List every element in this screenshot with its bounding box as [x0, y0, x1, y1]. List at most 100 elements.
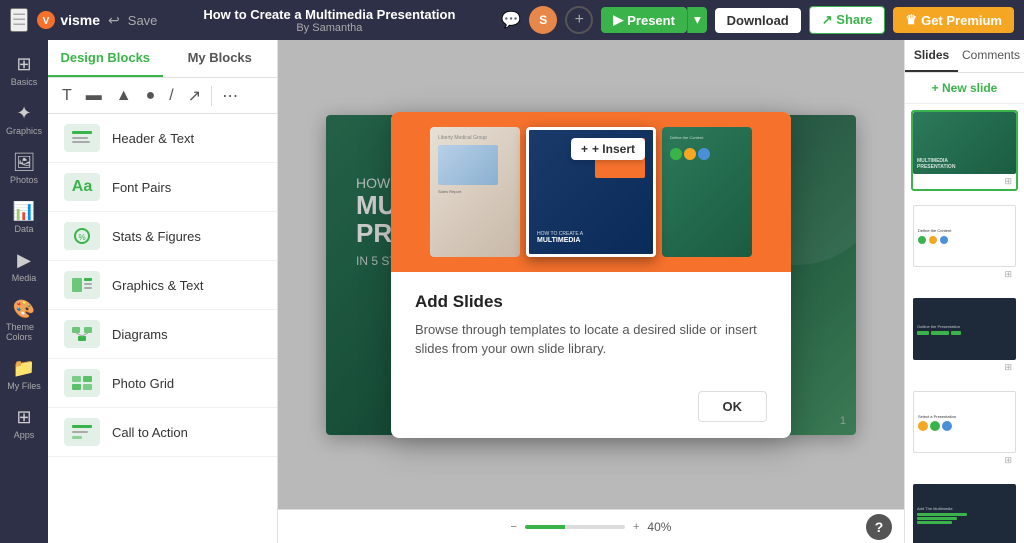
sidebar-item-apps[interactable]: ⊞ Apps	[2, 401, 46, 446]
visme-logo-icon: V	[36, 10, 56, 30]
share-button[interactable]: ↗ Share	[809, 6, 886, 34]
slide-thumb-5[interactable]: 5 Add The Multimedia ⊞	[911, 482, 1018, 543]
block-item-graphics-text[interactable]: Graphics & Text	[48, 261, 277, 310]
graphics-icon: ✦	[16, 103, 31, 124]
thumb-3-add-icon[interactable]: ⊞	[1004, 362, 1012, 373]
tab-slides[interactable]: Slides	[905, 40, 958, 72]
photo-grid-icon	[64, 369, 100, 397]
apps-icon: ⊞	[16, 407, 31, 428]
sidebar-item-photos[interactable]: 🖼 Photos	[2, 146, 46, 191]
thumb-5-lines	[917, 513, 1012, 524]
canvas-area: HOW TO CREATE A MULTIMEDIA PRESENTATION …	[278, 40, 904, 543]
arrow-tool-icon[interactable]: ↗	[184, 82, 205, 110]
new-slide-button[interactable]: + New slide	[905, 73, 1024, 104]
present-button[interactable]: ▶ Present	[601, 7, 687, 33]
slide-thumb-num-5: 5	[904, 517, 905, 529]
design-panel: Design Blocks My Blocks T ▬ ▲ ● / ↗ ⋯ He…	[48, 40, 278, 543]
text-tool-icon[interactable]: T	[58, 83, 76, 109]
download-button[interactable]: Download	[715, 8, 801, 33]
block-label-header-text: Header & Text	[112, 131, 194, 146]
zoom-slider[interactable]	[525, 525, 625, 529]
rect-tool-icon[interactable]: ▬	[82, 83, 106, 109]
font-pairs-icon: Aa	[64, 173, 100, 201]
myfiles-label: My Files	[7, 381, 41, 391]
graphics-text-icon	[64, 271, 100, 299]
block-item-photo-grid[interactable]: Photo Grid	[48, 359, 277, 408]
modal-title: Add Slides	[415, 292, 767, 312]
slide-thumb-preview-3: Outline the Presentation	[913, 298, 1016, 360]
thumb-3-actions: ⊞	[913, 360, 1016, 375]
block-item-header-text[interactable]: Header & Text	[48, 114, 277, 163]
slide-thumb-3[interactable]: 3 Outline the Presentation ⊞	[911, 296, 1018, 377]
sidebar-item-myfiles[interactable]: 📁 My Files	[2, 352, 46, 397]
avatar[interactable]: S	[529, 6, 557, 34]
sidebar-item-basics[interactable]: ⊞ Basics	[2, 48, 46, 93]
block-label-graphics-text: Graphics & Text	[112, 278, 204, 293]
circle-tool-icon[interactable]: ●	[142, 83, 160, 109]
slide-thumb-num-1: 1	[904, 145, 905, 157]
preview-slide-2: HOW TO CREATE A MULTIMEDIA + + Insert	[526, 127, 656, 257]
zoom-in-icon[interactable]: +	[633, 521, 639, 533]
tab-my-blocks[interactable]: My Blocks	[163, 40, 278, 77]
sidebar-item-theme[interactable]: 🎨 Theme Colors	[2, 293, 46, 348]
sidebar-item-media[interactable]: ▶ Media	[2, 244, 46, 289]
chat-icon[interactable]: 💬	[501, 10, 521, 30]
sidebar-item-data[interactable]: 📊 Data	[2, 195, 46, 240]
photos-icon: 🖼	[13, 152, 36, 173]
block-item-font-pairs[interactable]: Aa Font Pairs	[48, 163, 277, 212]
dot-2	[684, 148, 696, 160]
thumb-2-add-icon[interactable]: ⊞	[1004, 269, 1012, 280]
triangle-tool-icon[interactable]: ▲	[112, 83, 136, 109]
line-tool-icon[interactable]: /	[165, 83, 177, 109]
block-item-stats[interactable]: % Stats & Figures	[48, 212, 277, 261]
tab-design-blocks[interactable]: Design Blocks	[48, 40, 163, 77]
modal-ok-button[interactable]: OK	[698, 391, 768, 422]
svg-text:V: V	[43, 16, 50, 27]
zoom-control: − + 40%	[511, 520, 672, 534]
preview-slide-3-text: Define the Content	[670, 135, 744, 140]
block-label-diagrams: Diagrams	[112, 327, 168, 342]
zoom-out-icon[interactable]: −	[511, 521, 517, 533]
photo-grid-svg	[70, 374, 94, 392]
block-label-stats: Stats & Figures	[112, 229, 201, 244]
topbar: ☰ V visme ↩ Save How to Create a Multime…	[0, 0, 1024, 40]
photos-label: Photos	[10, 175, 38, 185]
thumb-4-add-icon[interactable]: ⊞	[1004, 455, 1012, 466]
hamburger-icon[interactable]: ☰	[10, 8, 28, 32]
slide-thumb-4[interactable]: 4 Select a Presentation ⊞	[911, 389, 1018, 470]
modal-footer: OK	[391, 379, 791, 438]
block-item-call-to-action[interactable]: Call to Action	[48, 408, 277, 457]
save-button[interactable]: Save	[128, 13, 158, 28]
modal-preview-area: Liberty Medical Group Sales Report HOW T…	[391, 112, 791, 272]
right-panel: Slides Comments + New slide 1 MULTIMEDIA…	[904, 40, 1024, 543]
thumb-1-add-icon[interactable]: ⊞	[1004, 176, 1012, 187]
present-dropdown-button[interactable]: ▾	[687, 7, 707, 33]
get-premium-button[interactable]: ♛ Get Premium	[893, 7, 1014, 33]
tab-comments[interactable]: Comments	[958, 40, 1024, 72]
preview-slide-1-body: Sales Report	[438, 189, 512, 194]
preview-slide-1-img	[438, 145, 498, 185]
thumb-4-title: Select a Presentation	[918, 414, 1011, 419]
theme-label: Theme Colors	[6, 322, 42, 342]
slide-thumb-1[interactable]: 1 MULTIMEDIAPRESENTATION ⊞	[911, 110, 1018, 191]
header-text-icon	[64, 124, 100, 152]
present-label: Present	[627, 13, 675, 28]
topbar-right: 💬 S + ▶ Present ▾ Download ↗ Share ♛ Get…	[501, 6, 1014, 34]
block-label-photo-grid: Photo Grid	[112, 376, 174, 391]
slide-thumb-preview-5: Add The Multimedia	[913, 484, 1016, 543]
help-button[interactable]: ?	[866, 514, 892, 540]
icon-bar: ⊞ Basics ✦ Graphics 🖼 Photos 📊 Data ▶ Me…	[0, 40, 48, 543]
more-tools-icon[interactable]: ⋯	[218, 82, 242, 110]
insert-icon: +	[581, 142, 588, 156]
block-item-diagrams[interactable]: Diagrams	[48, 310, 277, 359]
visme-logo: V visme	[36, 10, 100, 30]
sidebar-item-graphics[interactable]: ✦ Graphics	[2, 97, 46, 142]
slide-thumb-preview-1: MULTIMEDIAPRESENTATION	[913, 112, 1016, 174]
thumb-1-actions: ⊞	[913, 174, 1016, 189]
undo-button[interactable]: ↩	[108, 12, 120, 29]
add-collaborator-button[interactable]: +	[565, 6, 593, 34]
slide-thumb-2[interactable]: 2 Define the Content ⊞	[911, 203, 1018, 284]
toolbar: T ▬ ▲ ● / ↗ ⋯	[48, 78, 277, 114]
basics-icon: ⊞	[16, 54, 31, 75]
main-layout: ⊞ Basics ✦ Graphics 🖼 Photos 📊 Data ▶ Me…	[0, 40, 1024, 543]
